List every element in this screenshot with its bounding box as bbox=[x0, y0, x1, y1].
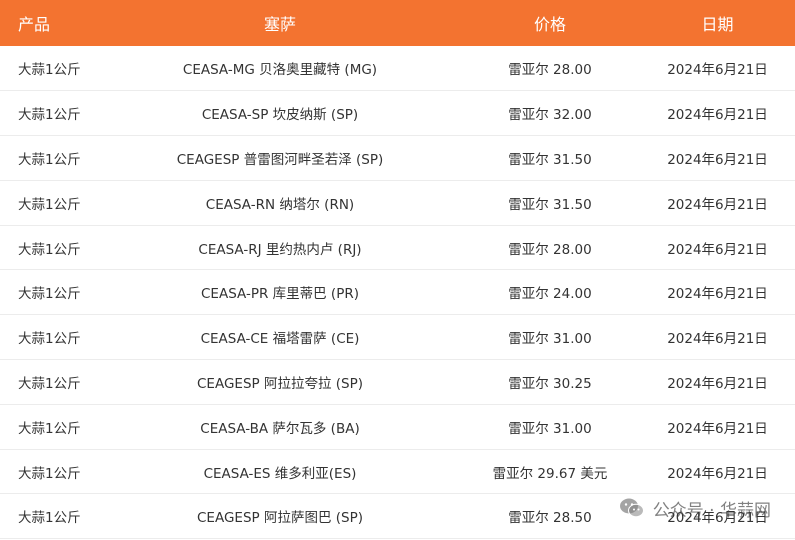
table-row: 大蒜1公斤 CEAGESP 阿拉拉夸拉 (SP) 雷亚尔 30.25 2024年6月2… bbox=[0, 360, 795, 405]
table-row: 大蒜1公斤 CEASA-RN 纳塔尔 (RN) 雷亚尔 31.50 2024年6月21… bbox=[0, 180, 795, 226]
cell-product: 大蒜1公斤 bbox=[18, 107, 81, 124]
cell-price: 雷亚尔 28.50 bbox=[508, 510, 592, 527]
cell-date: 2024年6月21日 bbox=[667, 331, 768, 348]
price-table: 产品 塞萨 价格 日期 大蒜1公斤 CEASA-MG 贝洛奥里藏特 (MG) 雷亚尔… bbox=[0, 0, 795, 539]
cell-price: 雷亚尔 31.50 bbox=[508, 196, 592, 213]
wechat-icon bbox=[619, 498, 644, 518]
cell-date: 2024年6月21日 bbox=[667, 196, 768, 213]
table-row: 大蒜1公斤 CEASA-ES 维多利亚(ES) 雷亚尔 29.67 美元 2024年6… bbox=[0, 449, 795, 494]
cell-price: 雷亚尔 30.25 bbox=[508, 375, 592, 392]
cell-date: 2024年6月21日 bbox=[667, 465, 768, 482]
header-date: 日期 bbox=[701, 15, 734, 34]
cell-date: 2024年6月21日 bbox=[667, 107, 768, 124]
cell-product: 大蒜1公斤 bbox=[18, 241, 81, 258]
table-row: 大蒜1公斤 CEASA-RJ 里约热内卢 (RJ) 雷亚尔 28.00 2024年6月… bbox=[0, 225, 795, 270]
watermark-text: 公众号 · 华蒜网 bbox=[652, 500, 771, 521]
table-row: 大蒜1公斤 CEASA-SP 坎皮纳斯 (SP) 雷亚尔 32.00 2024年6月2… bbox=[0, 91, 795, 136]
cell-product: 大蒜1公斤 bbox=[18, 151, 81, 168]
cell-price: 雷亚尔 31.50 bbox=[508, 151, 592, 168]
cell-price: 雷亚尔 31.00 bbox=[508, 331, 592, 348]
watermark: 公众号 · 华蒜网 bbox=[619, 495, 771, 521]
cell-price: 雷亚尔 29.67 美元 bbox=[492, 465, 608, 482]
table-body: 大蒜1公斤 CEASA-MG 贝洛奥里藏特 (MG) 雷亚尔 28.00 2024年6… bbox=[0, 46, 795, 539]
table-row: 大蒜1公斤 CEASA-CE 福塔雷萨 (CE) 雷亚尔 31.00 2024年6月2… bbox=[0, 315, 795, 360]
cell-market: CEASA-MG 贝洛奥里藏特 (MG) bbox=[182, 62, 378, 79]
cell-date: 2024年6月21日 bbox=[667, 420, 768, 437]
table-row: 大蒜1公斤 CEASA-PR 库里蒂巴 (PR) 雷亚尔 24.00 2024年6月2… bbox=[0, 270, 795, 315]
cell-market: CEAGESP 普雷图河畔圣若泽 (SP) bbox=[176, 151, 384, 168]
cell-market: CEASA-PR 库里蒂巴 (PR) bbox=[201, 286, 359, 303]
table-header-row: 产品 塞萨 价格 日期 bbox=[0, 0, 795, 46]
table-row: 大蒜1公斤 CEAGESP 普雷图河畔圣若泽 (SP) 雷亚尔 31.50 2024年… bbox=[0, 136, 795, 181]
cell-product: 大蒜1公斤 bbox=[18, 420, 81, 437]
cell-market: CEASA-RN 纳塔尔 (RN) bbox=[205, 196, 355, 213]
cell-product: 大蒜1公斤 bbox=[18, 331, 81, 348]
header-product: 产品 bbox=[18, 15, 51, 34]
cell-product: 大蒜1公斤 bbox=[18, 465, 81, 482]
cell-market: CEAGESP 阿拉拉夸拉 (SP) bbox=[197, 375, 363, 392]
cell-market: CEASA-CE 福塔雷萨 (CE) bbox=[200, 331, 360, 348]
cell-date: 2024年6月21日 bbox=[667, 151, 768, 168]
cell-price: 雷亚尔 24.00 bbox=[508, 286, 592, 303]
cell-market: CEASA-ES 维多利亚(ES) bbox=[203, 465, 357, 482]
cell-price: 雷亚尔 28.00 bbox=[508, 62, 592, 79]
cell-product: 大蒜1公斤 bbox=[18, 375, 81, 392]
cell-product: 大蒜1公斤 bbox=[18, 286, 81, 303]
table-row: 大蒜1公斤 CEASA-MG 贝洛奥里藏特 (MG) 雷亚尔 28.00 2024年6… bbox=[0, 46, 795, 91]
cell-date: 2024年6月21日 bbox=[667, 286, 768, 303]
cell-market: CEASA-SP 坎皮纳斯 (SP) bbox=[201, 107, 359, 124]
cell-price: 雷亚尔 32.00 bbox=[508, 107, 592, 124]
cell-product: 大蒜1公斤 bbox=[18, 510, 81, 527]
cell-market: CEASA-BA 萨尔瓦多 (BA) bbox=[200, 420, 360, 437]
cell-market: CEASA-RJ 里约热内卢 (RJ) bbox=[198, 241, 362, 258]
cell-market: CEAGESP 阿拉萨图巴 (SP) bbox=[197, 510, 363, 527]
header-price: 价格 bbox=[533, 15, 566, 34]
cell-product: 大蒜1公斤 bbox=[18, 196, 81, 213]
header-market: 塞萨 bbox=[263, 15, 296, 34]
cell-date: 2024年6月21日 bbox=[667, 375, 768, 392]
cell-date: 2024年6月21日 bbox=[667, 62, 768, 79]
cell-price: 雷亚尔 28.00 bbox=[508, 241, 592, 258]
cell-price: 雷亚尔 31.00 bbox=[508, 420, 592, 437]
cell-date: 2024年6月21日 bbox=[667, 241, 768, 258]
table-row: 大蒜1公斤 CEASA-BA 萨尔瓦多 (BA) 雷亚尔 31.00 2024年6月2… bbox=[0, 404, 795, 450]
cell-product: 大蒜1公斤 bbox=[18, 62, 81, 79]
